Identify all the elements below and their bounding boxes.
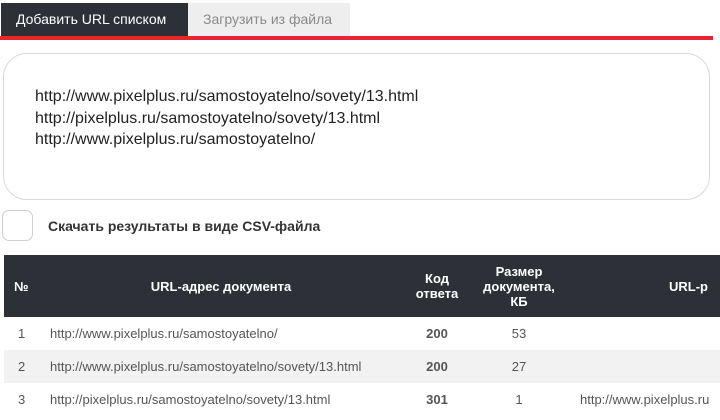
header-size-line: КБ (510, 293, 528, 309)
header-size-line: документа, (483, 278, 555, 294)
row-number: 3 (18, 392, 26, 407)
row-url: http://www.pixelplus.ru/samostoyatelno/ (50, 326, 278, 341)
url-line: http://www.pixelplus.ru/samostoyatelno/ (35, 131, 316, 148)
table-row: 1 http://www.pixelplus.ru/samostoyatelno… (4, 317, 720, 350)
table-row: 3 http://pixelplus.ru/samostoyatelno/sov… (4, 383, 720, 416)
csv-checkbox[interactable] (2, 210, 33, 241)
header-size-line: Размер (495, 263, 543, 279)
row-redirect-url (566, 317, 720, 350)
row-response-code: 301 (426, 392, 448, 407)
tab-underline (0, 36, 713, 40)
tab-add-url-list[interactable]: Добавить URL списком (1, 3, 188, 36)
header-response-code[interactable]: Код ответа (402, 255, 472, 317)
url-line: http://pixelplus.ru/samostoyatelno/sovet… (35, 109, 381, 127)
row-size: 27 (472, 350, 566, 383)
row-response-code: 200 (426, 326, 448, 341)
row-redirect-url: http://www.pixelplus.ru (580, 392, 710, 407)
csv-option: Скачать результаты в виде CSV-файла (2, 210, 602, 242)
header-redirect-url[interactable]: URL-р (566, 255, 720, 317)
row-url: http://www.pixelplus.ru/samostoyatelno/s… (40, 350, 402, 383)
row-number: 2 (4, 350, 40, 383)
header-document-size[interactable]: Размер документа, КБ (472, 255, 566, 317)
row-redirect-url (566, 350, 720, 383)
tab-upload-from-file[interactable]: Загрузить из файла (188, 3, 350, 36)
table-row: 2 http://www.pixelplus.ru/samostoyatelno… (4, 350, 720, 383)
csv-checkbox-label[interactable]: Скачать результаты в виде CSV-файла (48, 218, 320, 234)
row-number: 1 (18, 326, 26, 341)
tab-bar: Добавить URL списком Загрузить из файла (0, 0, 720, 41)
row-size: 1 (515, 392, 523, 407)
table-header-row: № URL-адрес документа Код ответа Размер … (4, 255, 720, 317)
row-size: 53 (511, 326, 527, 341)
header-url[interactable]: URL-адрес документа (40, 255, 402, 317)
header-code-line: Код (425, 271, 449, 286)
url-list-textarea[interactable]: http://www.pixelplus.ru/samostoyatelno/s… (3, 53, 710, 200)
row-response-code: 200 (402, 350, 472, 383)
header-number[interactable]: № (4, 255, 40, 317)
url-line: http://www.pixelplus.ru/samostoyatelno/s… (35, 88, 419, 105)
header-code-line: ответа (415, 286, 459, 301)
row-url: http://pixelplus.ru/samostoyatelno/sovet… (50, 392, 331, 407)
results-table: № URL-адрес документа Код ответа Размер … (4, 255, 720, 416)
